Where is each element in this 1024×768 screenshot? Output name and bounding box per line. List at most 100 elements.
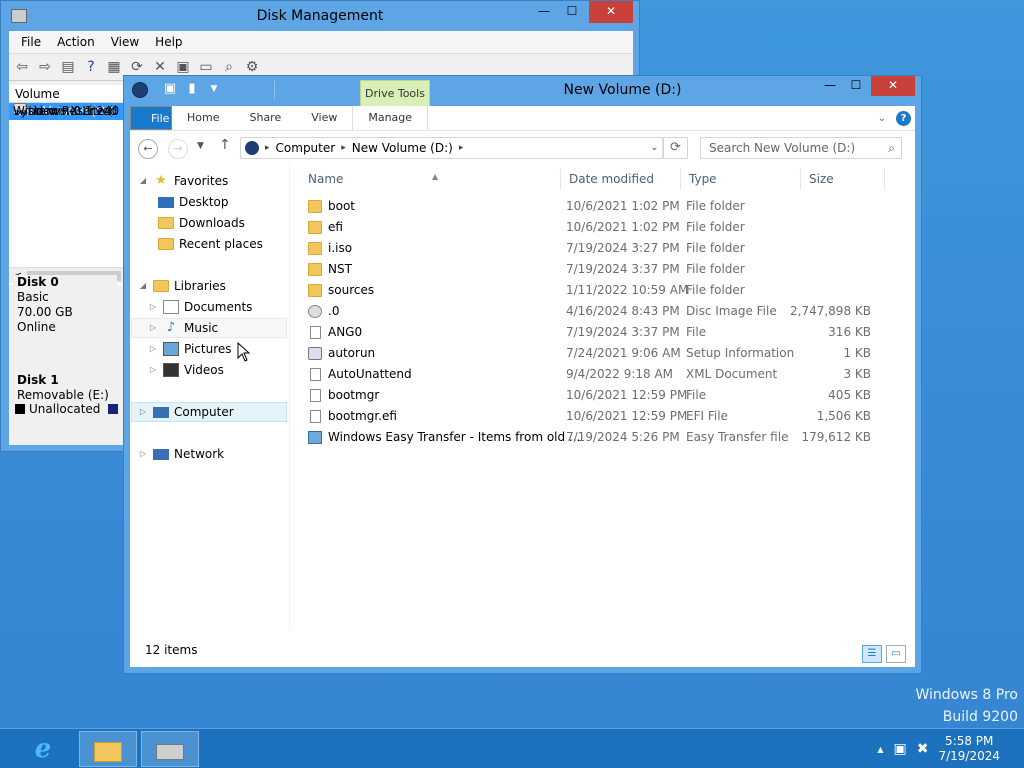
nav-label: Libraries xyxy=(174,279,226,293)
close-button[interactable]: ✕ xyxy=(871,76,915,96)
file-explorer-button[interactable] xyxy=(79,731,137,767)
chevron-right-icon[interactable]: ▸ xyxy=(459,143,464,153)
file-date: 10/6/2021 12:59 PM xyxy=(566,388,688,402)
console-icon[interactable]: ▦ xyxy=(105,58,123,76)
nav-pictures[interactable]: ▷ Pictures xyxy=(148,339,232,359)
open-folder-icon[interactable]: ▭ xyxy=(197,58,215,76)
column-divider[interactable] xyxy=(560,168,561,190)
setup-information-icon xyxy=(308,347,322,360)
tab-view[interactable]: View xyxy=(296,106,352,130)
address-bar[interactable]: ▸ Computer ▸ New Volume (D:) ▸ ⌄ xyxy=(240,137,664,159)
breadcrumb-computer[interactable]: Computer xyxy=(276,141,336,155)
collapsed-arrow-icon[interactable]: ▷ xyxy=(138,444,148,464)
internet-explorer-button[interactable]: e xyxy=(14,731,72,767)
file-row[interactable]: ANG0 7/19/2024 3:37 PM File 316 KB xyxy=(298,322,915,343)
expanded-arrow-icon[interactable]: ◢ xyxy=(138,276,148,296)
file-row[interactable]: i.iso 7/19/2024 3:27 PM File folder xyxy=(298,238,915,259)
disk-management-taskbar-button[interactable] xyxy=(141,731,199,767)
maximize-button[interactable]: ☐ xyxy=(557,1,587,23)
file-row[interactable]: NST 7/19/2024 3:37 PM File folder xyxy=(298,259,915,280)
maximize-button[interactable]: ☐ xyxy=(843,76,869,96)
collapsed-arrow-icon[interactable]: ▷ xyxy=(138,402,148,422)
nav-libraries[interactable]: ◢ Libraries xyxy=(138,276,226,296)
menu-file[interactable]: File xyxy=(13,35,49,49)
details-view-icon[interactable]: ☰ xyxy=(862,645,882,663)
nav-recent-places[interactable]: Recent places xyxy=(158,234,263,254)
show-hidden-icons-icon[interactable]: ▲ xyxy=(877,745,883,754)
tab-manage[interactable]: Manage xyxy=(352,106,429,130)
refresh-button[interactable]: ⟳ xyxy=(664,137,688,159)
close-button[interactable]: ✕ xyxy=(589,1,633,23)
nav-downloads[interactable]: Downloads xyxy=(158,213,245,233)
tab-file[interactable]: File xyxy=(130,106,172,130)
file-row[interactable]: sources 1/11/2022 10:59 AM File folder xyxy=(298,280,915,301)
nav-desktop[interactable]: Desktop xyxy=(158,192,229,212)
tab-home[interactable]: Home xyxy=(172,106,234,130)
menu-view[interactable]: View xyxy=(103,35,147,49)
nav-videos[interactable]: ▷ Videos xyxy=(148,360,224,380)
nav-music[interactable]: ▷ ♪ Music xyxy=(131,318,287,338)
up-arrow-icon[interactable]: ↑ xyxy=(219,137,231,153)
column-divider[interactable] xyxy=(884,168,885,190)
minimize-button[interactable]: — xyxy=(529,1,559,23)
help-icon[interactable]: ? xyxy=(82,58,100,76)
recent-locations-chevron-icon[interactable]: ▼ xyxy=(197,141,204,151)
file-row[interactable]: autorun 7/24/2021 9:06 AM Setup Informatio… xyxy=(298,343,915,364)
volume-column-header[interactable]: Volume xyxy=(9,85,124,103)
expanded-arrow-icon[interactable]: ◢ xyxy=(138,171,148,191)
collapsed-arrow-icon[interactable]: ▷ xyxy=(148,297,158,317)
nav-documents[interactable]: ▷ Documents xyxy=(148,297,252,317)
file-size: 1 KB xyxy=(843,346,871,360)
explorer-window[interactable]: ▣ ▮ ▼ Drive Tools New Volume (D:) — ☐ ✕ … xyxy=(123,75,922,674)
file-row[interactable]: bootmgr.efi 10/6/2021 12:59 PM EFI File 1,5… xyxy=(298,406,915,427)
collapsed-arrow-icon[interactable]: ▷ xyxy=(148,339,158,359)
file-row[interactable]: boot 10/6/2021 1:02 PM File folder xyxy=(298,196,915,217)
menu-action[interactable]: Action xyxy=(49,35,103,49)
refresh-icon[interactable]: ⟳ xyxy=(128,58,146,76)
explorer-titlebar[interactable]: ▣ ▮ ▼ Drive Tools New Volume (D:) — ☐ ✕ xyxy=(124,76,921,106)
file-row[interactable]: bootmgr 10/6/2021 12:59 PM File 405 KB xyxy=(298,385,915,406)
tab-share[interactable]: Share xyxy=(234,106,296,130)
column-divider[interactable] xyxy=(800,168,801,190)
file-row[interactable]: Windows Easy Transfer - Items from old .… xyxy=(298,427,915,448)
search-input[interactable]: Search New Volume (D:) ⌕ xyxy=(700,137,902,159)
collapsed-arrow-icon[interactable]: ▷ xyxy=(148,318,158,338)
back-arrow-icon[interactable]: ⇦ xyxy=(13,58,31,76)
delete-icon[interactable]: ✕ xyxy=(151,58,169,76)
disk-1-panel[interactable]: Disk 1 Removable (E:) xyxy=(13,373,117,403)
search-icon[interactable]: ⌕ xyxy=(220,58,238,76)
column-date[interactable]: Date modified xyxy=(569,172,654,186)
disk-0-panel[interactable]: Disk 0 Basic 70.00 GB Online xyxy=(13,275,117,335)
settings-icon[interactable]: ⚙ xyxy=(243,58,261,76)
show-hide-tree-icon[interactable]: ▤ xyxy=(59,58,77,76)
chevron-right-icon[interactable]: ▸ xyxy=(341,143,346,153)
column-divider[interactable] xyxy=(680,168,681,190)
nav-favorites[interactable]: ◢ ★ Favorites xyxy=(138,171,228,191)
network-status-icon[interactable]: ▣ xyxy=(894,741,907,757)
disk-management-titlebar[interactable]: Disk Management — ☐ ✕ xyxy=(1,1,639,31)
file-row[interactable]: efi 10/6/2021 1:02 PM File folder xyxy=(298,217,915,238)
forward-arrow-icon[interactable]: ⇨ xyxy=(36,58,54,76)
large-icons-view-icon[interactable]: ▭ xyxy=(886,645,906,663)
column-type[interactable]: Type xyxy=(689,172,717,186)
ribbon-expand-chevron-icon[interactable]: ⌄ xyxy=(878,113,886,124)
file-row[interactable]: .0 4/16/2024 8:43 PM Disc Image File 2,747,… xyxy=(298,301,915,322)
nav-computer[interactable]: ▷ Computer xyxy=(131,402,287,422)
column-name[interactable]: Name xyxy=(308,172,343,186)
breadcrumb-volume[interactable]: New Volume (D:) xyxy=(352,141,453,155)
collapsed-arrow-icon[interactable]: ▷ xyxy=(148,360,158,380)
column-size[interactable]: Size xyxy=(809,172,834,186)
nav-label: Downloads xyxy=(179,216,245,230)
chevron-right-icon[interactable]: ▸ xyxy=(265,143,270,153)
address-dropdown-icon[interactable]: ⌄ xyxy=(647,138,663,158)
back-button[interactable]: ← xyxy=(138,139,158,159)
nav-network[interactable]: ▷ Network xyxy=(138,444,224,464)
help-icon[interactable]: ? xyxy=(896,110,911,126)
clock[interactable]: 5:58 PM 7/19/2024 xyxy=(938,734,1000,764)
menu-help[interactable]: Help xyxy=(147,35,190,49)
minimize-button[interactable]: — xyxy=(817,76,843,96)
volume-muted-icon[interactable]: ✖ xyxy=(917,741,929,757)
properties-icon[interactable]: ▣ xyxy=(174,58,192,76)
file-row[interactable]: AutoUnattend 9/4/2022 9:18 AM XML Document… xyxy=(298,364,915,385)
forward-button[interactable]: → xyxy=(168,139,188,159)
